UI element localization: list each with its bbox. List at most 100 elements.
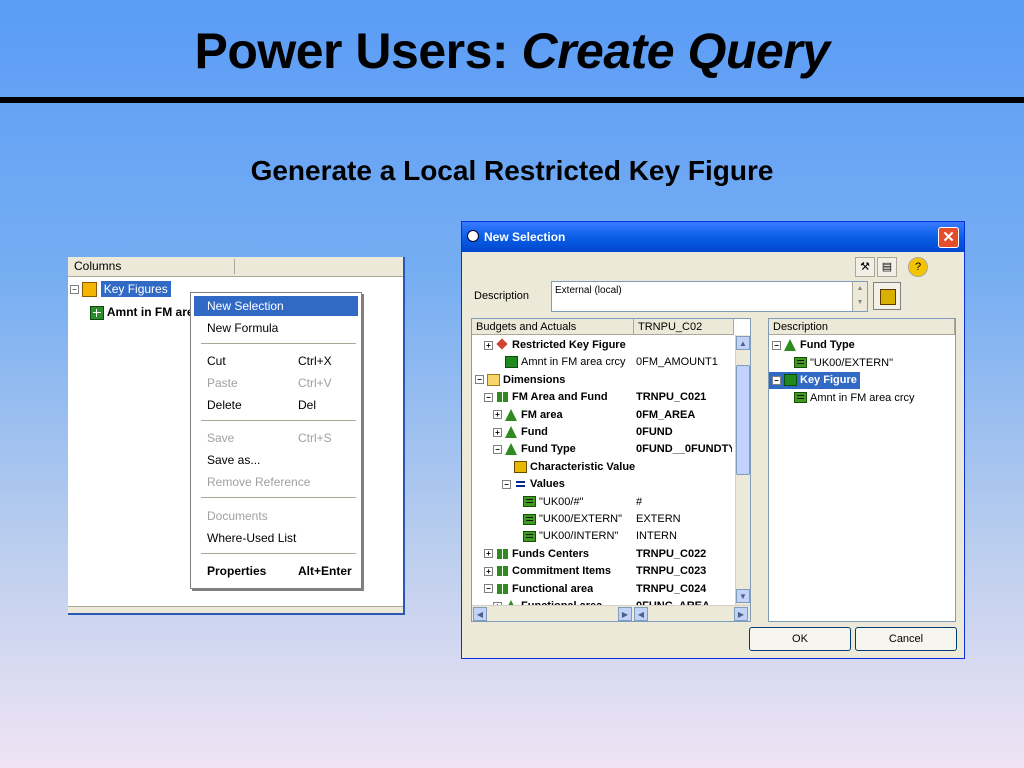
scroll-right-icon[interactable]: ▶ bbox=[734, 607, 748, 621]
help-icon[interactable]: ? bbox=[908, 257, 928, 277]
horizontal-scrollbars[interactable]: ◀ ▶ ◀ ▶ bbox=[472, 605, 750, 621]
description-scroll[interactable]: ▲ ▼ bbox=[852, 282, 867, 311]
collapse-icon[interactable]: − bbox=[772, 340, 781, 350]
tree-row-label: FM Area and Fund bbox=[512, 391, 608, 404]
tools-icon[interactable]: ⚒ bbox=[855, 257, 875, 277]
menu-item-new-selection[interactable]: New Selection bbox=[194, 296, 358, 316]
tree-row[interactable]: + FM area bbox=[493, 407, 563, 424]
tree-row-technical-name: TRNPU_C021 bbox=[636, 391, 707, 404]
tree-row[interactable]: − Key Figure bbox=[769, 372, 860, 389]
scroll-right-icon[interactable]: ▶ bbox=[618, 607, 632, 621]
description-field[interactable]: External (local) ▲ ▼ bbox=[551, 281, 868, 312]
collapse-icon[interactable]: − bbox=[484, 584, 493, 594]
tree-row[interactable]: "UK00/INTERN" bbox=[511, 528, 618, 545]
tree-row-technical-name: # bbox=[636, 495, 643, 508]
menu-item-properties[interactable]: Properties Alt+Enter bbox=[194, 561, 358, 581]
vertical-scrollbar[interactable]: ▲ ▼ bbox=[735, 335, 750, 605]
tree-row[interactable]: + Restricted Key Figure bbox=[484, 337, 626, 354]
column-header-description[interactable]: Budgets and Actuals bbox=[472, 319, 634, 335]
menu-separator bbox=[201, 497, 356, 498]
menu-item-documents: Documents bbox=[207, 509, 268, 523]
scroll-down-icon[interactable]: ▼ bbox=[736, 589, 750, 603]
tree-row-label: Functional area bbox=[512, 582, 594, 595]
expand-icon[interactable]: + bbox=[484, 340, 493, 350]
tree-row-label: Characteristic Value bbox=[530, 460, 636, 473]
tree-row[interactable]: − FM Area and Fund bbox=[484, 389, 608, 406]
tree-item-amnt[interactable]: Amnt in FM area bbox=[90, 305, 200, 323]
tri-icon bbox=[505, 408, 518, 421]
eq-icon bbox=[794, 392, 807, 404]
tree-item-key-figures[interactable]: − Key Figures bbox=[70, 281, 171, 300]
tree-row-label: "UK00/EXTERN" bbox=[539, 513, 622, 525]
tree-row-label: Amnt in FM area crcy bbox=[810, 391, 915, 404]
tri-icon bbox=[784, 339, 797, 352]
ok-button[interactable]: OK bbox=[749, 627, 851, 651]
tree-row-technical-name: TRNPU_C023 bbox=[636, 565, 707, 578]
tree-row-label: Dimensions bbox=[503, 373, 566, 386]
horizontal-scrollbar[interactable] bbox=[68, 606, 403, 613]
tree-row[interactable]: − Values bbox=[502, 476, 565, 493]
scroll-up-icon[interactable]: ▲ bbox=[736, 336, 750, 350]
tree-row[interactable]: + Commitment Items bbox=[484, 563, 611, 580]
collapse-icon[interactable]: − bbox=[493, 444, 502, 454]
tree-row[interactable]: "UK00/EXTERN" bbox=[782, 355, 893, 372]
scroll-thumb[interactable] bbox=[736, 365, 750, 475]
eq-icon bbox=[523, 513, 536, 525]
key-figure-grid-icon bbox=[90, 305, 104, 320]
tree-row[interactable]: Characteristic Value bbox=[502, 459, 635, 476]
tree-row-label: Values bbox=[530, 478, 565, 491]
expand-icon[interactable]: + bbox=[493, 427, 502, 437]
tree-row[interactable]: − Functional area bbox=[484, 581, 593, 598]
tree-row[interactable]: Amnt in FM area crcy bbox=[782, 390, 915, 407]
tree-row-label: Funds Centers bbox=[512, 547, 590, 560]
eq-icon bbox=[523, 496, 536, 508]
new-selection-dialog: New Selection ✕ ⚒ ▤ ? Description Extern… bbox=[461, 221, 965, 659]
export-icon[interactable]: ▤ bbox=[877, 257, 897, 277]
tree-row[interactable]: + Funds Centers bbox=[484, 546, 589, 563]
tree-row[interactable]: "UK00/#" bbox=[511, 494, 584, 511]
tree-row-label: "UK00/#" bbox=[539, 495, 584, 508]
eq-icon bbox=[523, 530, 536, 542]
tree-row-label: Commitment Items bbox=[512, 565, 612, 578]
tree-row[interactable]: − Fund Type bbox=[772, 337, 855, 354]
eq-icon bbox=[794, 357, 807, 369]
tree-item-label: Key Figures bbox=[100, 281, 171, 297]
menu-item-new-formula[interactable]: New Formula bbox=[194, 318, 358, 338]
menu-item-delete[interactable]: Delete Del bbox=[194, 395, 358, 415]
tree-row-technical-name: TRNPU_C024 bbox=[636, 582, 707, 595]
cancel-button[interactable]: Cancel bbox=[855, 627, 957, 651]
dialog-app-icon bbox=[467, 230, 479, 242]
close-button[interactable]: ✕ bbox=[938, 227, 959, 248]
description-text-button[interactable] bbox=[873, 282, 901, 310]
menu-item-save: Save Ctrl+S bbox=[207, 431, 332, 445]
column-header-description[interactable]: Description bbox=[769, 319, 955, 335]
scroll-left-icon[interactable]: ◀ bbox=[473, 607, 487, 621]
collapse-icon[interactable]: − bbox=[475, 375, 484, 385]
eqw-icon bbox=[514, 478, 527, 491]
tree-row[interactable]: Amnt in FM area crcy bbox=[493, 354, 626, 371]
tree-row[interactable]: − Dimensions bbox=[475, 372, 565, 389]
description-value: External (local) bbox=[555, 285, 622, 296]
collapse-icon[interactable]: − bbox=[70, 285, 79, 295]
menu-item-save-as[interactable]: Save as... bbox=[194, 450, 358, 470]
columns-header-label: Columns bbox=[74, 259, 122, 273]
scroll-left-icon[interactable]: ◀ bbox=[634, 607, 648, 621]
tree-row[interactable]: "UK00/EXTERN" bbox=[511, 511, 622, 528]
collapse-icon[interactable]: − bbox=[772, 375, 781, 385]
expand-icon[interactable]: + bbox=[484, 566, 493, 576]
collapse-icon[interactable]: − bbox=[484, 392, 493, 402]
collapse-icon[interactable]: − bbox=[502, 479, 511, 489]
tree2-icon bbox=[496, 583, 509, 595]
tree-row-label: Amnt in FM area crcy bbox=[521, 356, 626, 369]
menu-item-where-used-list[interactable]: Where-Used List bbox=[194, 528, 358, 548]
expand-icon[interactable]: + bbox=[493, 410, 502, 420]
column-separator bbox=[234, 259, 235, 274]
tree-row[interactable]: − Fund Type bbox=[493, 441, 576, 458]
tree-row[interactable]: + Fund bbox=[493, 424, 548, 441]
expand-icon[interactable]: + bbox=[484, 549, 493, 559]
menu-item-cut[interactable]: Cut Ctrl+X bbox=[194, 351, 358, 371]
column-header-technical-name[interactable]: TRNPU_C02 bbox=[634, 319, 734, 335]
dialog-titlebar[interactable]: New Selection ✕ bbox=[462, 222, 964, 252]
diamond-icon bbox=[496, 339, 509, 351]
context-menu: New Selection New Formula Cut Ctrl+X Past… bbox=[190, 292, 362, 589]
